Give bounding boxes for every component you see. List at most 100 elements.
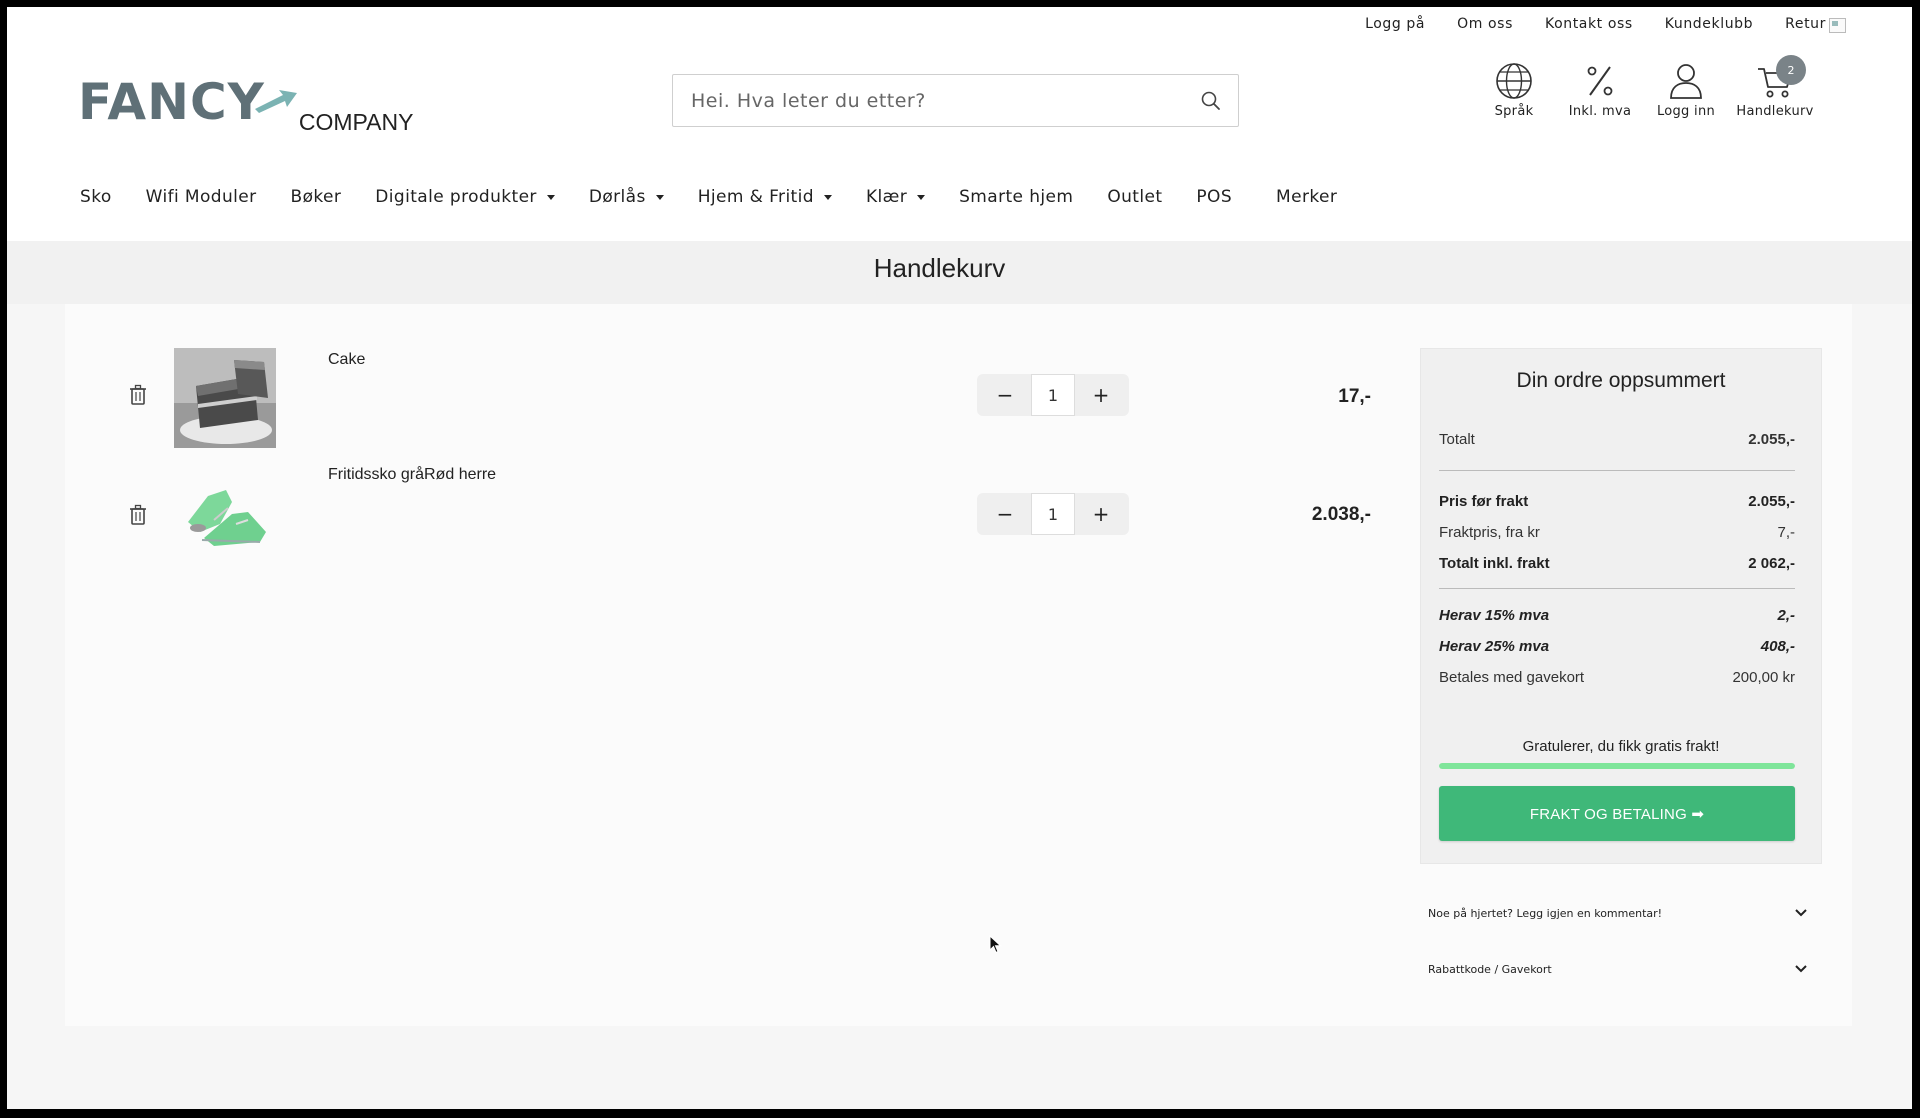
cart-button[interactable]: 2 Handlekurv: [1730, 55, 1820, 119]
search-box: [672, 74, 1239, 127]
cart-item-name[interactable]: Cake: [328, 351, 365, 369]
caret-down-icon: [823, 194, 832, 200]
summary-divider: [1439, 588, 1795, 589]
search-icon[interactable]: [1200, 90, 1222, 112]
user-icon: [1670, 64, 1702, 99]
utility-links: Logg på Om oss Kontakt oss Kundeklubb Re…: [1333, 16, 1826, 32]
trash-icon[interactable]: [128, 384, 148, 406]
discount-accordion[interactable]: Rabattkode / Gavekort: [1428, 954, 1808, 984]
summary-divider: [1439, 470, 1795, 471]
mouse-cursor-icon: [989, 935, 1002, 954]
summary-value: 2 062,-: [1748, 555, 1795, 572]
nav-label: POS: [1196, 187, 1233, 207]
summary-row-shipping: Fraktpris, fra kr 7,-: [1439, 524, 1795, 541]
nav-item-pos[interactable]: POS: [1196, 187, 1232, 207]
cake-slice-image[interactable]: [174, 348, 276, 448]
quantity-stepper: − 1 +: [977, 374, 1129, 416]
increase-quantity-button[interactable]: +: [1081, 502, 1121, 526]
page-title-band: Handlekurv: [7, 241, 1912, 304]
checkout-button[interactable]: FRAKT OG BETALING ➡: [1439, 786, 1795, 841]
cart-item-price: 2.038,-: [1311, 504, 1371, 525]
nav-item-merker[interactable]: Merker: [1276, 187, 1337, 207]
summary-value: 200,00 kr: [1732, 669, 1795, 686]
cart-count-badge: 2: [1776, 55, 1806, 85]
login-link[interactable]: Logg på: [1365, 16, 1425, 32]
customer-club-link[interactable]: Kundeklubb: [1665, 16, 1753, 32]
summary-title: Din ordre oppsummert: [1516, 369, 1726, 392]
nav-label: Merker: [1276, 187, 1338, 207]
main-nav: Sko Wifi Moduler Bøker Digitale produkte…: [7, 151, 1912, 241]
summary-label: Betales med gavekort: [1439, 669, 1585, 686]
vat-toggle-button[interactable]: Inkl. mva: [1558, 61, 1642, 119]
cart-item-price: 17,-: [1338, 386, 1371, 407]
nav-item-outlet[interactable]: Outlet: [1107, 187, 1162, 207]
nav-item-klaer[interactable]: Klær: [865, 187, 926, 207]
contact-link[interactable]: Kontakt oss: [1545, 16, 1633, 32]
summary-value: 2.055,-: [1748, 431, 1795, 448]
nav-label: Smarte hjem: [959, 187, 1074, 207]
vat-label: Inkl. mva: [1568, 104, 1632, 119]
nav-label: Wifi Moduler: [145, 187, 257, 207]
site-logo[interactable]: FANCY COMPANY: [78, 77, 413, 134]
comment-accordion[interactable]: Noe på hjertet? Legg igjen en kommentar!: [1428, 898, 1808, 928]
nav-label: Digitale produkter: [375, 187, 537, 207]
login-button[interactable]: Logg inn: [1644, 61, 1728, 119]
nav-item-sko[interactable]: Sko: [80, 187, 112, 207]
sneaker-image[interactable]: [174, 466, 276, 566]
nav-label: Hjem & Fritid: [697, 187, 814, 207]
nav-item-digitale-produkter[interactable]: Digitale produkter: [375, 187, 555, 207]
nav-item-hjem-fritid[interactable]: Hjem & Fritid: [698, 187, 832, 207]
chevron-down-icon: [1795, 965, 1807, 973]
summary-label: Totalt inkl. frakt: [1439, 555, 1550, 572]
quantity-input[interactable]: 1: [1031, 374, 1075, 416]
logo-arrow-icon: [254, 90, 297, 113]
summary-row-giftcard: Betales med gavekort 200,00 kr: [1439, 669, 1795, 686]
nav-label: Klær: [865, 187, 908, 207]
caret-down-icon: [917, 194, 926, 200]
caret-down-icon: [546, 194, 555, 200]
nav-item-dorlas[interactable]: Dørlås: [589, 187, 664, 207]
decrease-quantity-button[interactable]: −: [985, 383, 1025, 407]
comment-accordion-label: Noe på hjertet? Legg igjen en kommentar!: [1428, 906, 1663, 920]
page-title-wrap: Handlekurv: [7, 253, 1912, 284]
search-input[interactable]: [691, 88, 1171, 114]
globe-icon: [1496, 63, 1532, 99]
about-link[interactable]: Om oss: [1457, 16, 1513, 32]
increase-quantity-button[interactable]: +: [1081, 383, 1121, 407]
cart-panel: Cake − 1 + 17,- Fritidssko gråRød herre …: [65, 304, 1852, 1026]
summary-value: 7,-: [1777, 524, 1795, 541]
returns-link[interactable]: Retur: [1785, 16, 1826, 32]
summary-label: Herav 15% mva: [1439, 607, 1550, 624]
language-button[interactable]: Språk: [1472, 61, 1556, 119]
cart-item: Fritidssko gråRød herre − 1 + 2.038,-: [65, 466, 1371, 576]
quantity-input[interactable]: 1: [1031, 493, 1075, 535]
percent-icon: [1587, 66, 1613, 96]
summary-row-vat15: Herav 15% mva 2,-: [1439, 607, 1795, 624]
chevron-down-icon: [1795, 909, 1807, 917]
order-summary: Din ordre oppsummert Totalt 2.055,- Pris…: [1420, 348, 1822, 864]
summary-value: 2.055,-: [1748, 493, 1795, 510]
summary-label: Herav 25% mva: [1439, 638, 1550, 655]
summary-label: Pris før frakt: [1439, 493, 1529, 510]
nav-label: Dørlås: [588, 187, 646, 207]
site-header: FANCY COMPANY Språk: [7, 39, 1912, 151]
summary-row-vat25: Herav 25% mva 408,-: [1439, 638, 1795, 655]
language-label: Språk: [1494, 104, 1534, 119]
cart-item-name[interactable]: Fritidssko gråRød herre: [328, 466, 496, 484]
nav-item-boker[interactable]: Bøker: [291, 187, 342, 207]
summary-value: 2,-: [1777, 607, 1795, 624]
header-actions: Språk Inkl. mva Logg inn 2 Handlekurv: [1470, 55, 1820, 119]
broken-image-icon: [1829, 18, 1846, 33]
nav-label: Outlet: [1107, 187, 1163, 207]
summary-label: Fraktpris, fra kr: [1439, 524, 1540, 541]
decrease-quantity-button[interactable]: −: [985, 502, 1025, 526]
caret-down-icon: [655, 194, 664, 200]
nav-item-smarte-hjem[interactable]: Smarte hjem: [959, 187, 1073, 207]
summary-label: Totalt: [1439, 431, 1475, 448]
trash-icon[interactable]: [128, 504, 148, 526]
nav-item-wifi-moduler[interactable]: Wifi Moduler: [146, 187, 257, 207]
nav-label: Bøker: [290, 187, 342, 207]
summary-value: 408,-: [1760, 638, 1795, 655]
discount-accordion-label: Rabattkode / Gavekort: [1428, 962, 1552, 976]
page-title: Handlekurv: [873, 253, 1006, 283]
